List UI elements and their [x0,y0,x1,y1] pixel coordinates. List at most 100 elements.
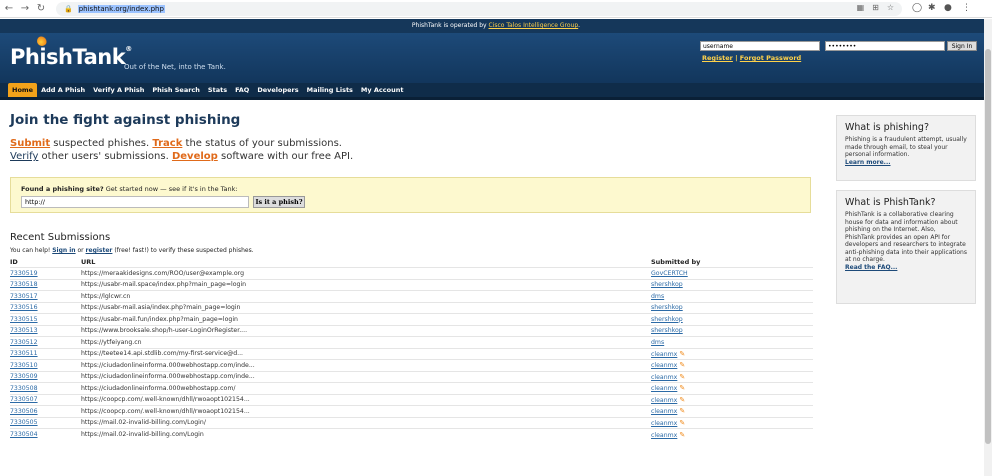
submitter-link[interactable]: shershkop [651,316,683,323]
box1-title: What is phishing? [845,122,929,133]
submitter-link[interactable]: cleanmx [651,351,677,358]
puzzle-icon[interactable]: ✱ [928,3,936,13]
nav-developers[interactable]: Developers [253,83,302,97]
qr-icon[interactable]: ▦ [857,3,865,12]
develop-link[interactable]: Develop [172,151,218,162]
submitter-link[interactable]: dms [651,339,664,346]
nav-stats[interactable]: Stats [204,83,231,97]
submission-id-link[interactable]: 7330507 [10,396,38,403]
forgot-password-link[interactable]: Forgot Password [740,54,801,62]
submitter-link[interactable]: cleanmx [651,397,677,404]
extension-icon[interactable]: ◯ [912,3,922,13]
browser-toolbar: ← → ↻ 🔒 phishtank.org/index.php ▦ ⊞ ☆ ◯ … [0,0,992,18]
scrollbar-thumb[interactable] [985,49,991,444]
learn-more-link[interactable]: Learn more... [845,159,891,166]
table-row: 7330504 https://mail.02-invalid-billing.c… [10,428,813,440]
submission-url: https://lglcwr.cn [81,290,651,302]
reload-icon[interactable]: ↻ [34,2,48,16]
nav-phish-search[interactable]: Phish Search [148,83,204,97]
table-row: 7330506 https://coopcp.com/.well-known/dh… [10,405,813,417]
submission-id-link[interactable]: 7330519 [10,270,38,277]
submission-id-link[interactable]: 7330505 [10,419,38,426]
submitter-link[interactable]: shershkop [651,281,683,288]
submitter-link[interactable]: cleanmx [651,374,677,381]
verify-link[interactable]: Verify [10,151,38,162]
phish-url-input[interactable] [21,196,249,208]
recent-help-text: You can help! Sign in or register (free!… [10,247,254,254]
submitter-link[interactable]: cleanmx [651,408,677,415]
submission-url: https://usabr-mail.asia/index.php?main_p… [81,301,651,314]
nav-faq[interactable]: FAQ [231,83,253,97]
submitter-link[interactable]: shershkop [651,327,683,334]
submission-id-link[interactable]: 7330515 [10,316,38,323]
pencil-icon: ✎ [679,361,686,370]
address-url[interactable]: phishtank.org/index.php [77,5,165,13]
pencil-icon: ✎ [679,372,686,381]
main-nav: Home Add A Phish Verify A Phish Phish Se… [0,83,992,100]
back-icon[interactable]: ← [2,2,16,16]
forward-icon[interactable]: → [18,2,32,16]
table-row: 7330519 https://meraakidesigns.com/ROO/us… [10,267,813,279]
nav-add-phish[interactable]: Add A Phish [37,83,89,97]
submitter-link[interactable]: shershkop [651,304,683,311]
submission-id-link[interactable]: 7330516 [10,304,38,311]
track-link[interactable]: Track [152,138,182,149]
submission-id-link[interactable]: 7330506 [10,408,38,415]
page-scrollbar[interactable] [984,19,992,476]
submitter-link[interactable]: cleanmx [651,385,677,392]
table-row: 7330516 https://usabr-mail.asia/index.php… [10,301,813,314]
submitter-link[interactable]: cleanmx [651,420,677,427]
what-is-phishtank-box: What is PhishTank? PhishTank is a collab… [836,190,976,304]
table-row: 7330509 https://ciudadonlineinforma.000we… [10,370,813,383]
submission-url: https://coopcp.com/.well-known/dhll/rwoa… [81,405,651,417]
table-row: 7330510 https://ciudadonlineinforma.000we… [10,359,813,371]
table-row: 7330508 https://ciudadonlineinforma.000we… [10,382,813,394]
register-link[interactable]: Register [702,54,733,62]
tagline: Out of the Net, into the Tank. [124,63,226,71]
register-link-2[interactable]: register [86,247,113,254]
nav-mailing-lists[interactable]: Mailing Lists [303,83,357,97]
submission-id-link[interactable]: 7330517 [10,293,38,300]
submitter-link[interactable]: dms [651,293,664,300]
site-logo[interactable]: PhishTank® [10,36,132,69]
profile-icon[interactable]: ● [944,3,952,13]
nav-verify-phish[interactable]: Verify A Phish [89,83,148,97]
submission-id-link[interactable]: 7330512 [10,339,38,346]
login-form: Sign In Register | Forgot Password [700,41,977,62]
pencil-icon: ✎ [679,349,686,358]
table-row: 7330507 https://coopcp.com/.well-known/dh… [10,393,813,406]
nav-home[interactable]: Home [8,83,38,97]
submission-id-link[interactable]: 7330509 [10,373,38,380]
nav-my-account[interactable]: My Account [357,83,408,97]
pencil-icon: ✎ [679,395,686,404]
password-field[interactable] [825,41,945,51]
submission-id-link[interactable]: 7330508 [10,385,38,392]
submission-url: https://usabr-mail.fun/index.php?main_pa… [81,313,651,325]
submission-id-link[interactable]: 7330510 [10,362,38,369]
submission-url: https://mail.02-invalid-billing.com/Logi… [81,428,651,440]
signin-button[interactable]: Sign In [947,41,977,51]
star-icon[interactable]: ☆ [887,3,894,12]
read-faq-link[interactable]: Read the FAQ... [845,264,897,271]
is-it-a-phish-button[interactable]: Is it a phish? [253,196,305,208]
menu-icon[interactable]: ⋮ [962,3,971,13]
col-submitted-by: Submitted by [651,258,701,266]
table-row: 7330512 https://ytfeiyang.cn dms [10,336,813,348]
cisco-link[interactable]: Cisco Talos Intelligence Group [489,22,579,29]
submission-url: https://meraakidesigns.com/ROO/user@exam… [81,267,651,279]
submission-id-link[interactable]: 7330511 [10,350,38,357]
translate-icon[interactable]: ⊞ [872,3,879,12]
submission-id-link[interactable]: 7330518 [10,281,38,288]
username-field[interactable] [700,41,820,51]
table-row: 7330511 https://teetee14.api.stdlib.com/m… [10,347,813,360]
page-title: Join the fight against phishing [10,112,241,128]
submission-url: https://ciudadonlineinforma.000webhostap… [81,370,651,383]
address-bar[interactable]: 🔒 phishtank.org/index.php ▦ ⊞ ☆ [56,2,902,16]
submission-id-link[interactable]: 7330504 [10,431,38,438]
submit-link[interactable]: Submit [10,138,50,149]
submitter-link[interactable]: cleanmx [651,362,677,369]
submitter-link[interactable]: GovCERTCH [651,270,688,277]
signin-link[interactable]: Sign in [52,247,75,254]
submission-id-link[interactable]: 7330513 [10,327,38,334]
submitter-link[interactable]: cleanmx [651,432,677,439]
